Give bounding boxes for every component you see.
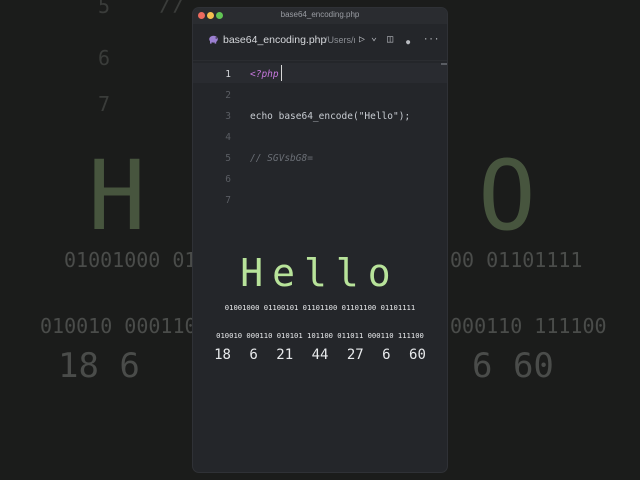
code-line-php-open-tag: <?php: [250, 69, 279, 80]
line-number: 1: [225, 69, 231, 80]
bg-bits6-left: 010010 000110: [40, 314, 197, 338]
decimal-value: 27: [346, 347, 364, 363]
bg-line-number: 6: [98, 46, 111, 70]
hello-word: Hello: [240, 251, 400, 295]
tab-filename[interactable]: base64_encoding.php: [223, 34, 326, 46]
line-number: 6: [225, 174, 231, 185]
split-editor-icon[interactable]: ◫: [387, 34, 393, 46]
binary-8bit-row: 01001000 01100101 01101100 01101100 0110…: [224, 303, 416, 312]
more-actions-icon[interactable]: ···: [423, 34, 439, 46]
decimal-value: 6: [249, 347, 258, 363]
bg-numbers-left: 18 6: [58, 346, 140, 386]
line-number: 2: [225, 90, 231, 101]
decimal-value: 6: [382, 347, 391, 363]
line-number: 7: [225, 195, 231, 206]
code-line-comment: // SGVsbG8=: [250, 153, 313, 164]
bg-letter-o: O: [478, 140, 536, 252]
string-literal: "Hello": [358, 111, 399, 122]
editor-window: base64_encoding.php base64_encoding.php …: [193, 8, 447, 472]
window-title: base64_encoding.php: [280, 10, 360, 19]
line-number: 3: [225, 111, 231, 122]
chevron-down-icon[interactable]: ⌄: [371, 32, 377, 44]
line-number: 4: [225, 132, 231, 143]
decimal-value: 44: [311, 347, 329, 363]
bg-comment: //: [160, 0, 187, 17]
tab-bar: base64_encoding.php /Users/r ▷ ⌄ ◫ ● ···: [193, 24, 447, 61]
current-line-highlight: [193, 63, 447, 83]
decimal-values-row: 18 6 21 44 27 6 60: [193, 347, 447, 363]
bg-bits6-right: 000110 111100: [450, 314, 607, 338]
text-cursor: [281, 65, 282, 81]
binary-6bit-row: 010010 000110 010101 101100 011011 00011…: [216, 331, 424, 340]
bg-bits8-left: 01001000 01: [64, 248, 197, 272]
scrollbar-marker[interactable]: [441, 63, 447, 65]
function-call: base64_encode(: [278, 111, 359, 122]
tab-path: /Users/r: [325, 35, 355, 45]
bg-numbers-right: 6 60: [472, 346, 554, 386]
line-number: 5: [225, 153, 231, 164]
unsaved-dot-icon[interactable]: ●: [406, 36, 410, 48]
php-elephant-icon: [208, 35, 219, 47]
echo-keyword: echo: [250, 111, 279, 122]
bg-line-number: 5: [98, 0, 111, 18]
bg-letter-h: H: [88, 140, 146, 252]
decimal-value: 18: [214, 347, 231, 363]
bg-bits8-right: 00 01101111: [450, 248, 583, 272]
run-icon[interactable]: ▷: [359, 34, 365, 46]
title-bar: base64_encoding.php: [193, 8, 447, 24]
decimal-value: 60: [409, 347, 426, 363]
bg-line-number: 7: [98, 92, 111, 116]
call-close: );: [398, 111, 411, 122]
code-line-echo: echo base64_encode("Hello");: [250, 111, 410, 122]
decimal-value: 21: [276, 347, 294, 363]
code-editor[interactable]: 1 2 3 4 5 6 7 <?php echo base64_encode("…: [193, 61, 447, 472]
